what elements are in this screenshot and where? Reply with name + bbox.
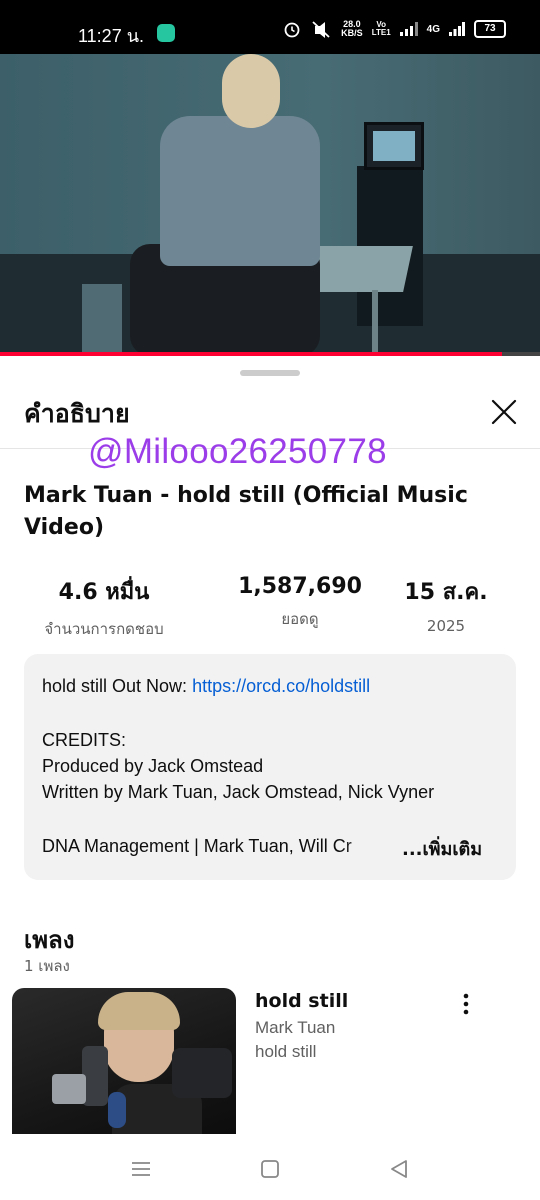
sheet-drag-handle[interactable] [240, 370, 300, 376]
video-frame-chair [82, 284, 122, 356]
net-speed-unit: KB/S [341, 28, 363, 38]
likes-label: จำนวนการกดชอบ [44, 620, 164, 638]
alarm-icon [284, 22, 300, 38]
volte-indicator: Vo LTE1 [372, 21, 391, 37]
written-by: Written by Mark Tuan, Jack Omstead, Nick… [42, 782, 435, 802]
song-album: hold still [255, 1042, 317, 1061]
home-icon[interactable] [255, 1154, 285, 1184]
video-frame-tv [364, 122, 424, 170]
music-count: 1 เพลง [24, 957, 70, 975]
more-options-icon[interactable] [452, 990, 480, 1020]
description-line-out-now: hold still Out Now: https://orcd.co/hold… [42, 676, 370, 697]
description-fade [342, 834, 402, 860]
thumb-camera [172, 1048, 232, 1098]
system-nav-bar [0, 1134, 540, 1200]
video-player[interactable] [0, 54, 540, 356]
thumb-figure-hair [98, 992, 180, 1030]
network-type: 4G [426, 23, 440, 35]
video-stats: 4.6 หมื่น จำนวนการกดชอบ 1,587,690 ยอดดู … [24, 574, 516, 638]
date-value: 15 ส.ค. [404, 580, 488, 605]
date-year: 2025 [426, 617, 466, 635]
thumb-microphone-blue [108, 1092, 126, 1128]
show-more-button[interactable]: ...เพิ่มเติม [400, 834, 483, 863]
back-icon[interactable] [384, 1154, 414, 1184]
description-box[interactable]: hold still Out Now: https://orcd.co/hold… [24, 654, 516, 880]
song-title[interactable]: hold still [255, 990, 348, 1012]
mute-icon [312, 21, 330, 38]
net-speed: 28.0 KB/S [341, 20, 363, 38]
status-bar: 11:27 น. 28.0 KB/S Vo LTE1 4G 73 [0, 0, 540, 54]
views-stat: 1,587,690 ยอดดู [220, 574, 380, 631]
battery-icon: 73 [474, 20, 506, 38]
date-stat: 15 ส.ค. 2025 [396, 574, 496, 635]
description-sheet: คำอธิบาย @Milooo26250778 Mark Tuan - hol… [0, 356, 540, 1140]
video-frame-person-body [160, 116, 320, 266]
signal-icon-2 [449, 22, 465, 36]
thumb-recorder [52, 1074, 86, 1104]
out-now-text: hold still Out Now: [42, 676, 193, 696]
app-notification-icon [157, 24, 175, 42]
sheet-title: คำอธิบาย [24, 399, 130, 428]
video-title: Mark Tuan - hold still (Official Music V… [24, 483, 468, 540]
likes-value: 4.6 หมื่น [58, 580, 150, 605]
views-value: 1,587,690 [238, 574, 362, 599]
video-frame-person-head [222, 54, 280, 128]
produced-by: Produced by Jack Omstead [42, 756, 264, 776]
recent-apps-icon[interactable] [126, 1154, 156, 1184]
holdstill-link[interactable]: https://orcd.co/holdstill [192, 676, 370, 696]
views-label: ยอดดู [281, 610, 319, 628]
close-icon[interactable] [484, 392, 524, 432]
credits-heading: CREDITS: [42, 730, 127, 750]
volte-bottom: LTE1 [371, 28, 391, 37]
video-frame-table-leg [372, 290, 378, 356]
management-line: DNA Management | Mark Tuan, Will Cr [42, 836, 352, 856]
status-time: 11:27 น. [78, 26, 145, 46]
likes-stat: 4.6 หมื่น จำนวนการกดชอบ [34, 574, 174, 641]
song-artist: Mark Tuan [255, 1018, 336, 1037]
status-icons: 28.0 KB/S Vo LTE1 4G 73 [283, 20, 506, 38]
watermark: @Milooo26250778 [88, 432, 387, 471]
song-thumbnail[interactable] [12, 988, 236, 1140]
signal-icon [399, 22, 418, 36]
